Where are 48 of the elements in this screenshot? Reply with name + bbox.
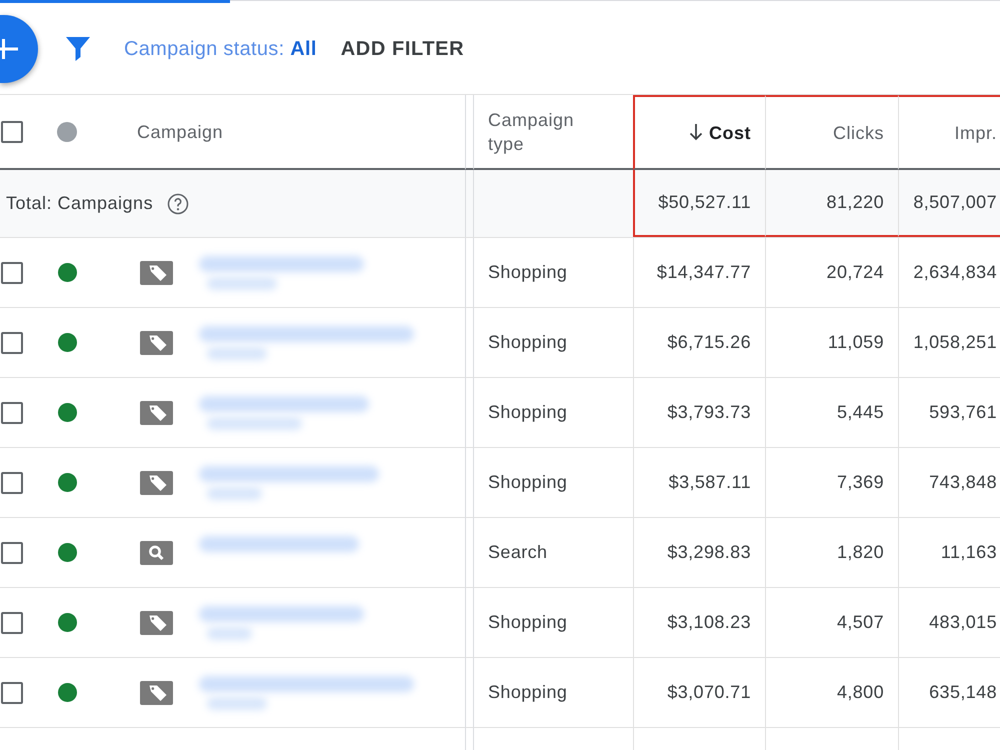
table-cell: Shopping bbox=[474, 658, 633, 728]
table-cell: 635,148 bbox=[898, 658, 1000, 728]
filter-icon[interactable] bbox=[66, 36, 90, 60]
checkbox[interactable] bbox=[1, 472, 23, 494]
table-cell: Shopping bbox=[474, 238, 633, 308]
table-cell: 8,507,007 bbox=[898, 170, 1000, 237]
table-cell: Shopping bbox=[474, 448, 633, 518]
table-cell: 20,724 bbox=[765, 238, 898, 308]
table-cell: $3,793.73 bbox=[633, 378, 765, 448]
table-cell: Shopping bbox=[474, 308, 633, 378]
table-cell: $6,715.26 bbox=[633, 308, 765, 378]
checkbox[interactable] bbox=[1, 262, 23, 284]
help-icon[interactable] bbox=[167, 192, 190, 214]
table-cell: 7,369 bbox=[765, 448, 898, 518]
table-cell: 5,445 bbox=[765, 378, 898, 448]
table-cell: 4,800 bbox=[765, 658, 898, 728]
sort-arrow-icon bbox=[689, 124, 703, 141]
table-cell: 4,507 bbox=[765, 588, 898, 658]
checkbox[interactable] bbox=[1, 332, 23, 354]
table-cell: 11,059 bbox=[765, 308, 898, 378]
table-cell: 11,163 bbox=[898, 518, 1000, 588]
status-column-icon bbox=[57, 122, 77, 142]
checkbox[interactable] bbox=[1, 120, 23, 142]
add-filter-button[interactable]: ADD FILTER bbox=[340, 34, 464, 64]
add-button[interactable] bbox=[0, 14, 38, 82]
table-cell: 1,058,251 bbox=[898, 308, 1000, 378]
table-cell: Search bbox=[474, 518, 633, 588]
table-cell: $3,070.71 bbox=[633, 658, 765, 728]
checkbox[interactable] bbox=[1, 612, 23, 634]
table-cell: Shopping bbox=[474, 378, 633, 448]
table-cell: $14,347.77 bbox=[633, 238, 765, 308]
plus-icon bbox=[0, 38, 18, 58]
table-cell: $3,298.83 bbox=[633, 518, 765, 588]
table-cell: Shopping bbox=[474, 588, 633, 658]
table-cell: 593,761 bbox=[898, 378, 1000, 448]
status-filter[interactable]: Campaign status: All bbox=[124, 34, 317, 64]
table-cell: 743,848 bbox=[898, 448, 1000, 518]
checkbox[interactable] bbox=[1, 402, 23, 424]
table-cell: 2,634,834 bbox=[898, 238, 1000, 308]
table-cell: $3,587.11 bbox=[633, 448, 765, 518]
total-label: Total: Campaigns bbox=[6, 192, 154, 215]
table-cell: 1,820 bbox=[765, 518, 898, 588]
table-cell: $50,527.11 bbox=[633, 170, 765, 237]
table-cell: 483,015 bbox=[898, 588, 1000, 658]
checkbox[interactable] bbox=[1, 682, 23, 704]
table-cell: 81,220 bbox=[765, 170, 898, 237]
table-cell: $3,108.23 bbox=[633, 588, 765, 658]
checkbox[interactable] bbox=[1, 542, 23, 564]
